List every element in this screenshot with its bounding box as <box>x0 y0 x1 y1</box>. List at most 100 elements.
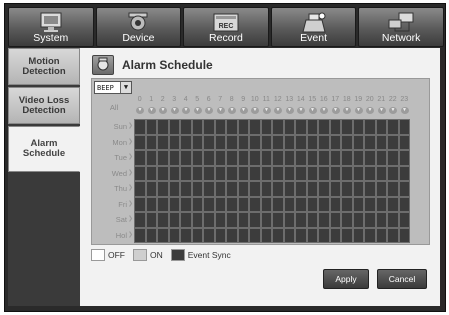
hour-column-header[interactable]: 10 ▼ <box>249 96 261 118</box>
schedule-cell[interactable] <box>272 134 284 150</box>
schedule-cell[interactable] <box>157 196 169 212</box>
schedule-cell[interactable] <box>295 181 307 197</box>
schedule-cell[interactable] <box>364 196 376 212</box>
hour-column-header[interactable]: 23 ▼ <box>399 96 411 118</box>
schedule-cell[interactable] <box>364 227 376 243</box>
schedule-cell[interactable] <box>272 165 284 181</box>
hour-column-header[interactable]: 18 ▼ <box>341 96 353 118</box>
schedule-cell[interactable] <box>145 196 157 212</box>
schedule-cell[interactable] <box>214 212 226 228</box>
schedule-cell[interactable] <box>134 165 146 181</box>
schedule-cell[interactable] <box>145 212 157 228</box>
schedule-cell[interactable] <box>283 134 295 150</box>
schedule-cell[interactable] <box>295 212 307 228</box>
schedule-cell[interactable] <box>260 196 272 212</box>
schedule-cell[interactable] <box>306 165 318 181</box>
hour-column-header[interactable]: 14 ▼ <box>295 96 307 118</box>
schedule-cell[interactable] <box>203 181 215 197</box>
schedule-cell[interactable] <box>352 212 364 228</box>
hour-column-header[interactable]: 11 ▼ <box>261 96 273 118</box>
schedule-cell[interactable] <box>283 119 295 135</box>
schedule-cell[interactable] <box>237 150 249 166</box>
schedule-cell[interactable] <box>306 181 318 197</box>
schedule-cell[interactable] <box>387 196 399 212</box>
schedule-cell[interactable] <box>318 181 330 197</box>
schedule-cell[interactable] <box>145 150 157 166</box>
schedule-cell[interactable] <box>283 196 295 212</box>
schedule-cell[interactable] <box>295 150 307 166</box>
schedule-cell[interactable] <box>283 150 295 166</box>
hour-column-header[interactable]: 20 ▼ <box>364 96 376 118</box>
schedule-cell[interactable] <box>398 212 410 228</box>
schedule-cell[interactable] <box>318 196 330 212</box>
schedule-cell[interactable] <box>145 119 157 135</box>
schedule-cell[interactable] <box>352 165 364 181</box>
schedule-cell[interactable] <box>214 227 226 243</box>
schedule-cell[interactable] <box>387 134 399 150</box>
schedule-cell[interactable] <box>352 227 364 243</box>
schedule-cell[interactable] <box>375 212 387 228</box>
hour-column-header[interactable]: 22 ▼ <box>387 96 399 118</box>
schedule-cell[interactable] <box>387 119 399 135</box>
schedule-cell[interactable] <box>306 134 318 150</box>
hour-column-header[interactable]: 17 ▼ <box>330 96 342 118</box>
schedule-cell[interactable] <box>341 181 353 197</box>
schedule-cell[interactable] <box>272 227 284 243</box>
select-all-button[interactable]: All <box>95 98 133 118</box>
schedule-cell[interactable] <box>364 181 376 197</box>
schedule-cell[interactable] <box>168 181 180 197</box>
schedule-cell[interactable] <box>180 227 192 243</box>
schedule-cell[interactable] <box>260 150 272 166</box>
schedule-cell[interactable] <box>180 212 192 228</box>
schedule-cell[interactable] <box>191 165 203 181</box>
schedule-cell[interactable] <box>168 119 180 135</box>
schedule-cell[interactable] <box>341 134 353 150</box>
hour-column-header[interactable]: 13 ▼ <box>284 96 296 118</box>
sidebar-item-motion-detection[interactable]: Motion Detection <box>8 48 80 85</box>
schedule-cell[interactable] <box>387 181 399 197</box>
day-row-header[interactable]: Thu <box>95 181 133 197</box>
schedule-cell[interactable] <box>398 150 410 166</box>
schedule-cell[interactable] <box>352 181 364 197</box>
hour-column-header[interactable]: 4 ▼ <box>180 96 192 118</box>
schedule-cell[interactable] <box>387 150 399 166</box>
schedule-cell[interactable] <box>295 196 307 212</box>
schedule-cell[interactable] <box>387 212 399 228</box>
schedule-cell[interactable] <box>249 165 261 181</box>
schedule-cell[interactable] <box>214 150 226 166</box>
day-row-header[interactable]: Hol <box>95 228 133 244</box>
schedule-cell[interactable] <box>214 134 226 150</box>
schedule-cell[interactable] <box>318 134 330 150</box>
schedule-cell[interactable] <box>272 119 284 135</box>
schedule-cell[interactable] <box>329 196 341 212</box>
schedule-cell[interactable] <box>318 165 330 181</box>
schedule-cell[interactable] <box>203 134 215 150</box>
schedule-cell[interactable] <box>329 134 341 150</box>
schedule-cell[interactable] <box>375 181 387 197</box>
schedule-cell[interactable] <box>387 227 399 243</box>
schedule-cell[interactable] <box>145 181 157 197</box>
alarm-output-select[interactable]: BEEP ▼ <box>94 81 132 94</box>
schedule-cell[interactable] <box>180 196 192 212</box>
hour-column-header[interactable]: 1 ▼ <box>146 96 158 118</box>
schedule-cell[interactable] <box>180 134 192 150</box>
schedule-cell[interactable] <box>352 196 364 212</box>
schedule-cell[interactable] <box>168 227 180 243</box>
schedule-cell[interactable] <box>398 165 410 181</box>
day-row-header[interactable]: Tue <box>95 150 133 166</box>
schedule-cell[interactable] <box>283 212 295 228</box>
schedule-cell[interactable] <box>272 181 284 197</box>
schedule-cell[interactable] <box>157 150 169 166</box>
schedule-cell[interactable] <box>398 119 410 135</box>
schedule-cell[interactable] <box>134 227 146 243</box>
schedule-cell[interactable] <box>249 119 261 135</box>
schedule-cell[interactable] <box>226 134 238 150</box>
schedule-cell[interactable] <box>145 227 157 243</box>
schedule-cell[interactable] <box>375 119 387 135</box>
schedule-cell[interactable] <box>180 165 192 181</box>
schedule-cell[interactable] <box>203 227 215 243</box>
schedule-cell[interactable] <box>329 227 341 243</box>
schedule-cell[interactable] <box>352 119 364 135</box>
schedule-cell[interactable] <box>329 212 341 228</box>
schedule-cell[interactable] <box>168 212 180 228</box>
